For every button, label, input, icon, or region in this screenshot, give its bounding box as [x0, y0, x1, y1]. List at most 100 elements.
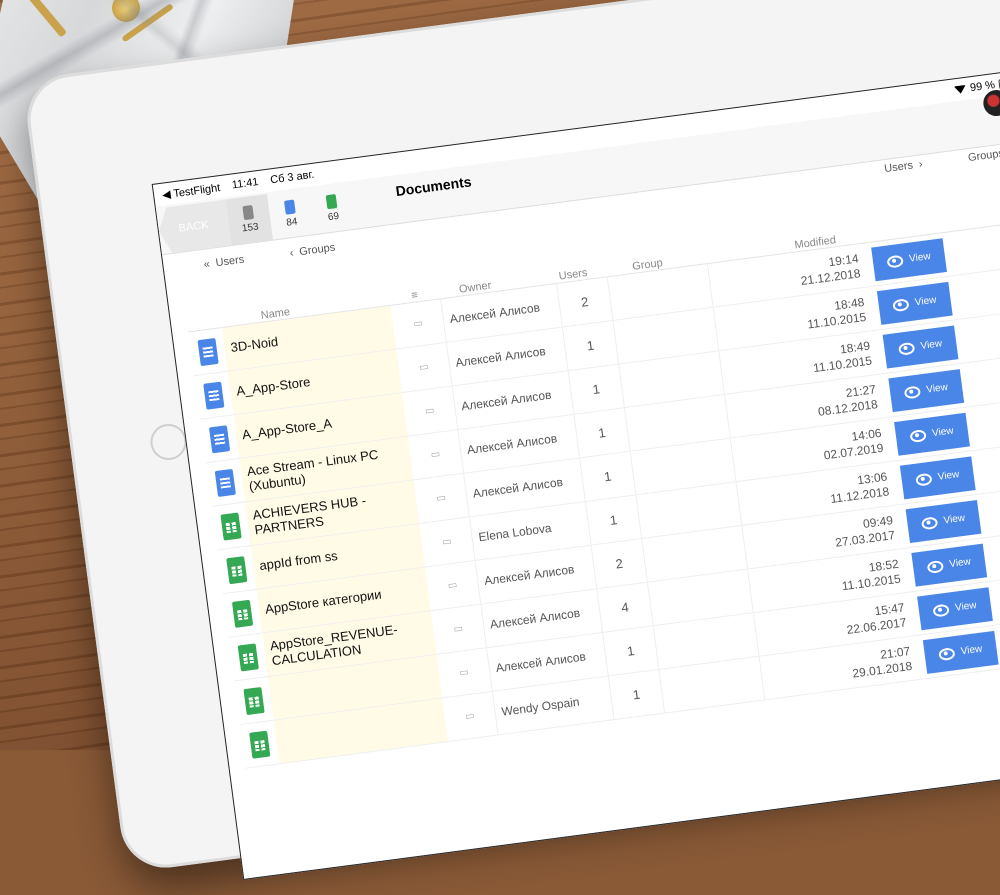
- users-count: 2: [590, 539, 647, 589]
- view-button[interactable]: View: [905, 499, 982, 543]
- google-docs-icon: [214, 468, 236, 497]
- view-cell: View: [873, 281, 957, 325]
- status-time: 11:41: [231, 176, 260, 192]
- google-docs-icon: [203, 381, 225, 410]
- file-type-cell: [195, 380, 232, 410]
- google-sheets-icon: [226, 555, 248, 584]
- google-sheets-icon: [220, 511, 242, 541]
- view-cell: View: [913, 586, 997, 630]
- eye-icon: [938, 646, 956, 661]
- view-label: View: [914, 294, 938, 309]
- filter-docs[interactable]: 84: [267, 189, 315, 240]
- eye-icon: [926, 559, 945, 574]
- file-type-cell: [218, 555, 255, 585]
- view-label: View: [931, 425, 955, 440]
- documents-table: Name ≡ Owner Users Group Modified 3D-Noi…: [183, 179, 1000, 769]
- breadcrumb-groups[interactable]: Groups: [299, 242, 336, 259]
- view-cell: View: [907, 543, 991, 587]
- view-button[interactable]: View: [922, 630, 999, 674]
- file-type-cell: [235, 685, 272, 715]
- view-button[interactable]: View: [876, 281, 953, 325]
- breadcrumb-users[interactable]: Users: [215, 254, 245, 270]
- eye-icon: [921, 515, 939, 530]
- users-count: 1: [561, 320, 619, 371]
- google-sheets-icon: [243, 686, 265, 715]
- sheets-icon: [325, 194, 338, 210]
- status-date: Сб 3 авг.: [269, 168, 315, 187]
- eye-icon: [932, 603, 951, 618]
- users-count: 1: [607, 669, 665, 720]
- file-type-cell: [189, 336, 226, 366]
- filter-all-count: 153: [241, 221, 260, 235]
- users-count: 4: [596, 582, 653, 633]
- comment-icon: ▭: [453, 623, 464, 636]
- filter-docs-count: 84: [285, 216, 299, 229]
- clock-hour-hand: [15, 0, 68, 38]
- eye-icon: [898, 341, 916, 356]
- file-type-cell: [212, 511, 249, 541]
- users-count: 1: [567, 364, 624, 414]
- view-label: View: [925, 381, 949, 396]
- comment-icon: ▭: [412, 317, 424, 330]
- users-count: 1: [573, 408, 630, 458]
- view-button[interactable]: View: [882, 324, 959, 369]
- view-button[interactable]: View: [917, 586, 993, 630]
- users-count: 1: [584, 495, 642, 545]
- chevron-left-icon: ‹: [289, 247, 295, 260]
- view-label: View: [920, 338, 943, 352]
- google-sheets-icon: [249, 730, 271, 759]
- eye-icon: [903, 384, 922, 399]
- file-type-cell: [207, 467, 244, 497]
- testflight-back-link[interactable]: ◀ TestFlight: [161, 181, 220, 202]
- google-sheets-icon: [231, 599, 254, 628]
- file-type-cell: [224, 598, 261, 628]
- comment-icon: ▭: [458, 666, 470, 679]
- view-cell: View: [867, 237, 951, 281]
- view-cell: View: [879, 324, 963, 369]
- view-label: View: [960, 643, 983, 658]
- comment-icon: ▭: [430, 448, 441, 461]
- google-docs-icon: [208, 424, 231, 453]
- file-type-cell: [201, 424, 238, 454]
- view-button[interactable]: View: [871, 237, 947, 281]
- comment-icon: ▭: [418, 361, 430, 374]
- breadcrumb-groups-top[interactable]: Groups: [967, 148, 1000, 165]
- view-cell: View: [884, 368, 968, 412]
- view-button[interactable]: View: [899, 455, 976, 499]
- filter-sheets-count: 69: [327, 210, 340, 224]
- view-cell: View: [902, 499, 986, 543]
- page-title: Documents: [394, 173, 473, 200]
- breadcrumb-users-top[interactable]: Users: [884, 159, 914, 175]
- view-button[interactable]: View: [911, 543, 988, 587]
- users-count: 2: [556, 277, 613, 327]
- eye-icon: [909, 428, 928, 443]
- users-count: 1: [579, 451, 636, 502]
- clock-center: [112, 0, 140, 22]
- comment-icon: ▭: [464, 710, 476, 723]
- users-count: 1: [602, 626, 659, 676]
- comment-icon: ▭: [441, 535, 453, 549]
- filter-sheets[interactable]: 69: [309, 183, 357, 234]
- view-button[interactable]: View: [888, 368, 965, 412]
- filter-all[interactable]: 153: [225, 193, 273, 246]
- clock-minute-hand: [121, 3, 174, 43]
- docs-icon: [284, 199, 296, 215]
- comment-icon: ▭: [447, 579, 459, 592]
- view-button[interactable]: View: [894, 412, 970, 456]
- view-label: View: [908, 250, 932, 265]
- eye-icon: [892, 297, 910, 312]
- google-sheets-icon: [237, 642, 259, 671]
- file-type-cell: [241, 729, 278, 759]
- view-label: View: [954, 599, 978, 614]
- comment-icon: ▭: [424, 405, 436, 418]
- chevron-right-icon: ›: [918, 158, 924, 171]
- back-button[interactable]: BACK: [156, 199, 231, 254]
- view-label: View: [948, 556, 972, 571]
- view-cell: View: [919, 630, 1000, 674]
- ipad-device: ◀ TestFlight 11:41 Сб 3 авг. 99 % BACK 1…: [22, 0, 1000, 880]
- view-cell: View: [896, 455, 980, 499]
- view-label: View: [937, 469, 960, 483]
- comment-icon: ▭: [435, 492, 447, 505]
- google-docs-icon: [197, 337, 219, 366]
- home-button[interactable]: [148, 421, 189, 463]
